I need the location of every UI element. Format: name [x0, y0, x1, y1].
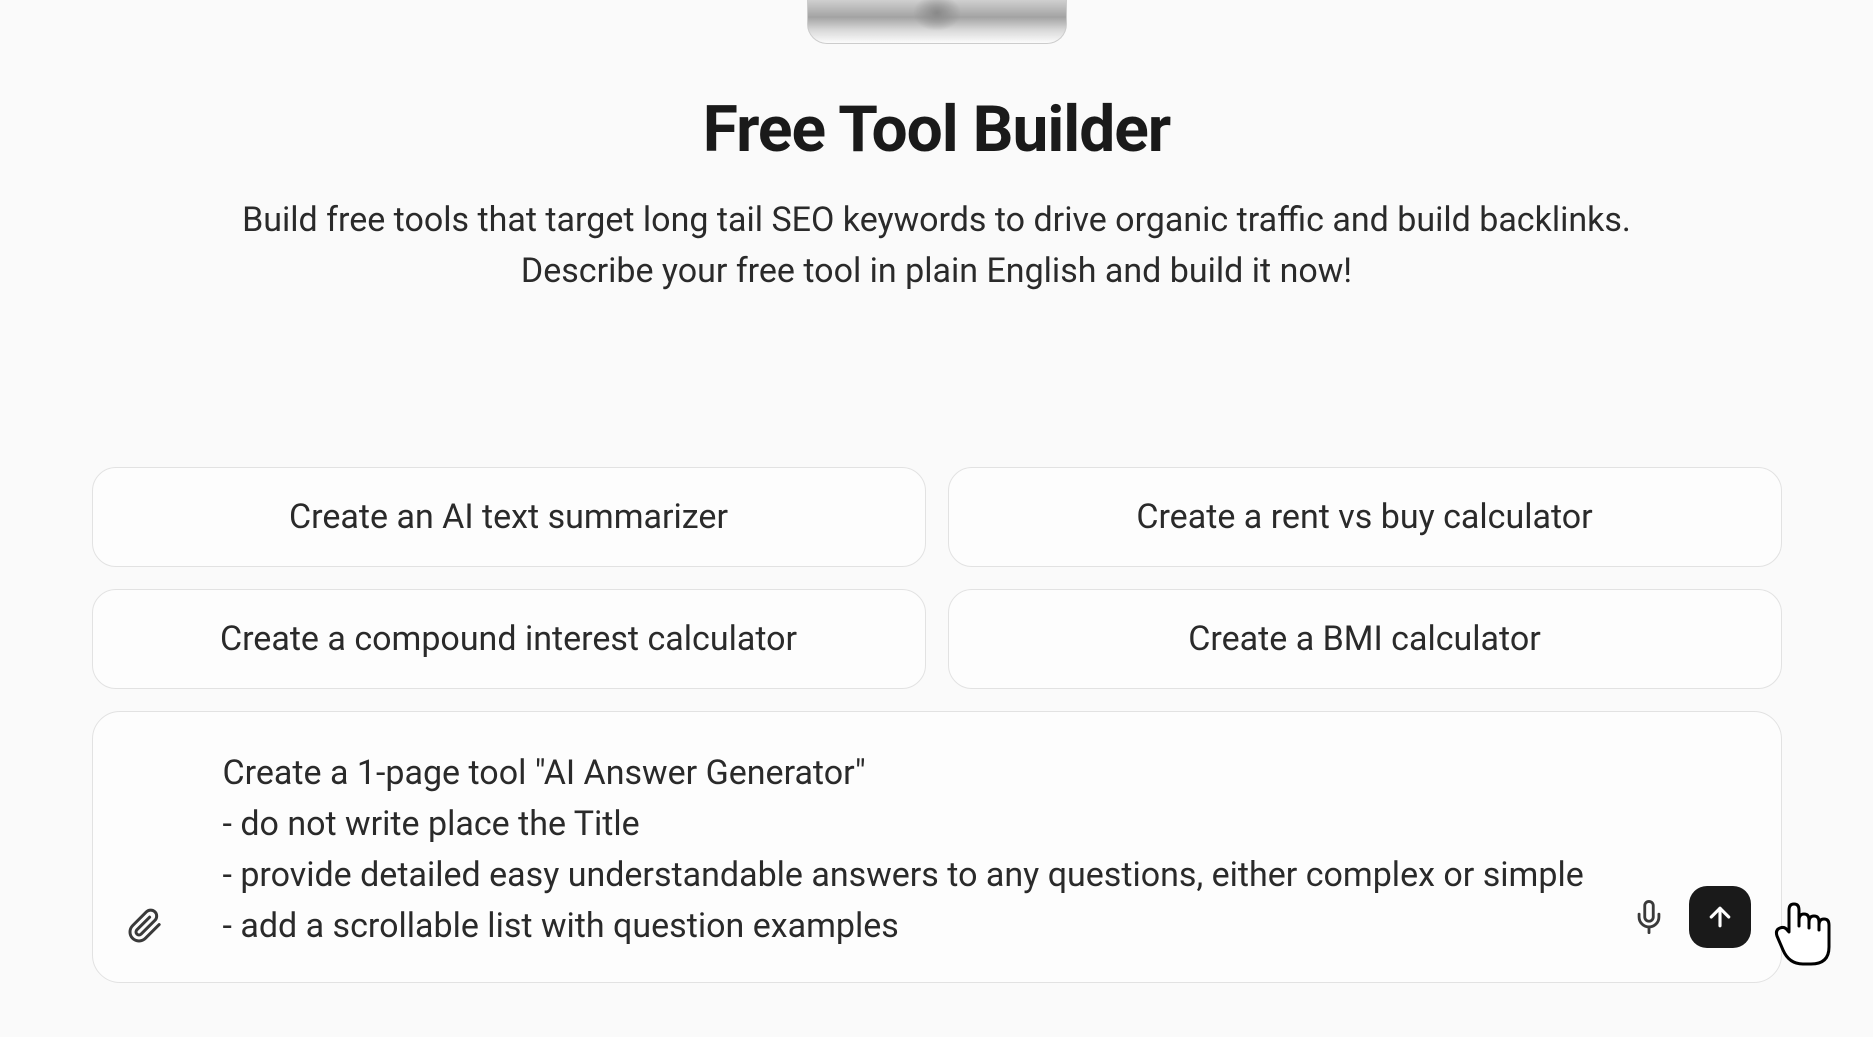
avatar-image — [807, 0, 1067, 44]
input-actions — [1627, 886, 1751, 948]
suggestion-card-rent-buy[interactable]: Create a rent vs buy calculator — [948, 467, 1782, 567]
paperclip-icon — [127, 908, 163, 944]
arrow-up-icon — [1705, 902, 1735, 932]
suggestion-card-bmi[interactable]: Create a BMI calculator — [948, 589, 1782, 689]
prompt-input-area: Create a 1-page tool "AI Answer Generato… — [92, 711, 1782, 983]
suggestion-card-summarizer[interactable]: Create an AI text summarizer — [92, 467, 926, 567]
suggestion-card-compound-interest[interactable]: Create a compound interest calculator — [92, 589, 926, 689]
attach-button[interactable] — [123, 904, 167, 948]
page-subtitle: Build free tools that target long tail S… — [87, 195, 1787, 297]
page-title: Free Tool Builder — [703, 92, 1170, 167]
mic-button[interactable] — [1627, 895, 1671, 939]
suggestions-grid: Create an AI text summarizer Create a re… — [92, 467, 1782, 689]
suggestion-label: Create a rent vs buy calculator — [1136, 497, 1592, 537]
suggestion-label: Create a compound interest calculator — [220, 619, 797, 659]
cursor-hand-icon — [1769, 892, 1839, 972]
avatar-inner — [808, 0, 1066, 43]
suggestion-label: Create a BMI calculator — [1188, 619, 1540, 659]
microphone-icon — [1632, 900, 1666, 934]
prompt-input[interactable]: Create a 1-page tool "AI Answer Generato… — [187, 748, 1607, 952]
main-container: Free Tool Builder Build free tools that … — [0, 0, 1873, 1037]
send-button[interactable] — [1689, 886, 1751, 948]
suggestion-label: Create an AI text summarizer — [289, 497, 728, 537]
